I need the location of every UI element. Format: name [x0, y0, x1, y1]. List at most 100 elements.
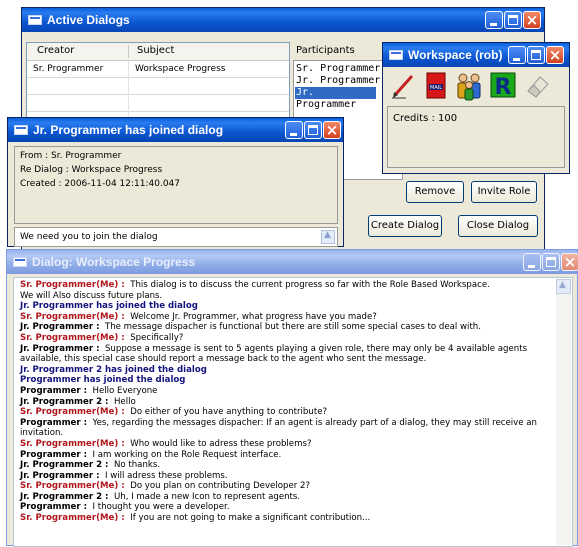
notification-titlebar[interactable]: Jr. Programmer has joined dialog ×	[8, 118, 343, 142]
close-button[interactable]: ×	[323, 121, 341, 139]
minimize-button[interactable]	[508, 46, 526, 64]
chat-speaker: Jr. Programmer 2 :	[20, 491, 109, 502]
role-r-icon[interactable]: R	[489, 71, 517, 100]
participant-item[interactable]: Jr. Programmer	[296, 75, 380, 87]
close-icon: ×	[548, 46, 562, 64]
people-icon[interactable]	[455, 71, 483, 101]
chat-line: Jr. Programmer 2 : No thanks.	[20, 460, 554, 471]
participant-item[interactable]: Sr. Programmer	[296, 63, 380, 75]
maximize-button[interactable]	[527, 46, 545, 64]
column-header-subject[interactable]: Subject	[137, 43, 174, 59]
cell-creator: Sr. Programmer	[33, 64, 104, 74]
chat-speaker: Sr. Programmer(Me) :	[20, 481, 125, 492]
join-notice: Programmer has joined the dialog	[20, 375, 186, 386]
maximize-button[interactable]	[542, 253, 560, 271]
chat-speaker: Sr. Programmer(Me) :	[20, 332, 125, 343]
chat-line: Jr. Programmer 2 : Uh, I made a new Icon…	[20, 492, 554, 503]
scroll-up-button[interactable]: ▲	[321, 230, 335, 244]
window-title: Dialog: Workspace Progress	[32, 255, 196, 269]
chat-speaker: Sr. Programmer(Me) :	[20, 438, 125, 449]
maximize-button[interactable]	[504, 11, 522, 29]
invite-role-button[interactable]: Invite Role	[471, 181, 537, 203]
chat-text: I am working on the Role Request interfa…	[92, 449, 282, 460]
chat-lines: Sr. Programmer(Me) : This dialog is to d…	[20, 280, 554, 524]
join-notice: Jr. Programmer has joined the dialog	[20, 301, 198, 312]
minimize-icon	[528, 265, 535, 268]
chat-text: invitation.	[20, 428, 64, 439]
chat-speaker: Programmer :	[20, 502, 88, 513]
chat-line: Jr. Programmer 2 has joined the dialog	[20, 365, 554, 376]
scroll-up-button[interactable]: ▲	[556, 279, 571, 294]
participant-item-selected[interactable]: Jr. Programmer 2	[295, 87, 376, 110]
close-icon: ×	[525, 11, 539, 29]
minimize-button[interactable]	[285, 121, 303, 139]
chat-line: Sr. Programmer(Me) : This dialog is to d…	[20, 280, 554, 291]
scrollbar[interactable]: ▲	[556, 279, 571, 545]
close-button[interactable]: ×	[523, 11, 541, 29]
chat-text: I will adress these problems.	[104, 470, 228, 481]
minimize-button[interactable]	[485, 11, 503, 29]
dialog-titlebar[interactable]: Dialog: Workspace Progress ×	[7, 250, 578, 274]
window-title: Active Dialogs	[47, 13, 130, 27]
close-button[interactable]: ×	[561, 253, 578, 271]
minimize-icon	[290, 133, 297, 136]
remove-button[interactable]: Remove	[406, 181, 464, 203]
chat-line: Jr. Programmer : Suppose a message is se…	[20, 344, 554, 355]
chat-transcript[interactable]: Sr. Programmer(Me) : This dialog is to d…	[13, 277, 573, 547]
table-row[interactable]: Sr. Programmer Workspace Progress	[27, 61, 289, 77]
chat-line: Jr. Programmer has joined the dialog	[20, 301, 554, 312]
chat-speaker: Jr. Programmer :	[20, 322, 100, 333]
chat-text: Uh, I made a new Icon to represent agent…	[113, 491, 301, 502]
chat-text: Do either of you have anything to contri…	[130, 407, 328, 418]
chat-speaker: Programmer :	[20, 385, 88, 396]
column-header-creator[interactable]: Creator	[37, 43, 74, 59]
chat-text: Hello Everyone	[92, 385, 158, 396]
re-dialog-line: Re Dialog : Workspace Progress	[20, 165, 163, 175]
minimize-button[interactable]	[523, 253, 541, 271]
table-header: Creator Subject	[27, 43, 289, 61]
participant-item[interactable]: Programmer	[296, 99, 356, 111]
chat-text: Who would like to adress these problems?	[130, 438, 312, 449]
minimize-icon	[490, 23, 497, 26]
chat-text: This dialog is to discuss the current pr…	[130, 280, 490, 290]
pencil-icon[interactable]	[390, 71, 418, 99]
svg-text:R: R	[495, 75, 512, 99]
credits-panel: Credits : 100	[387, 106, 565, 168]
chat-line: Sr. Programmer(Me) : If you are not goin…	[20, 513, 554, 524]
chat-line: Jr. Programmer 2 : Hello	[20, 397, 554, 408]
window-icon	[13, 257, 27, 267]
mail-icon[interactable]: MAIL	[423, 71, 449, 101]
chat-text: If you are not going to make a significa…	[130, 513, 371, 524]
chat-line: Programmer : I am working on the Role Re…	[20, 450, 554, 461]
chat-line: Jr. Programmer : I will adress these pro…	[20, 471, 554, 482]
create-dialog-button[interactable]: Create Dialog	[368, 215, 442, 237]
chat-text: Do you plan on contributing Developer 2?	[130, 481, 311, 492]
close-icon: ×	[325, 121, 339, 139]
chat-line: invitation.	[20, 428, 554, 439]
chat-line: available, this special case should repo…	[20, 354, 554, 365]
chat-line: Programmer : Yes, regarding the messages…	[20, 418, 554, 429]
message-box[interactable]: We need you to join the dialog ▲	[14, 227, 338, 247]
chat-line: Programmer has joined the dialog	[20, 375, 554, 386]
chat-text: No thanks.	[113, 460, 161, 471]
active-dialogs-titlebar[interactable]: Active Dialogs ×	[22, 8, 544, 32]
close-dialog-button[interactable]: Close Dialog	[458, 215, 538, 237]
chat-speaker: Jr. Programmer :	[20, 470, 100, 481]
maximize-icon	[308, 125, 318, 135]
chevron-up-icon: ▲	[559, 280, 566, 290]
maximize-button[interactable]	[304, 121, 322, 139]
svg-text:MAIL: MAIL	[430, 85, 442, 91]
chat-speaker: Sr. Programmer(Me) :	[20, 311, 125, 322]
participants-label: Participants	[296, 45, 355, 56]
chat-line: Jr. Programmer : The message dispacher i…	[20, 322, 554, 333]
close-button[interactable]: ×	[546, 46, 564, 64]
created-line: Created : 2006-11-04 12:11:40.047	[20, 179, 180, 189]
chat-line: We will Also discuss future plans.	[20, 291, 554, 302]
eraser-icon[interactable]	[524, 73, 550, 99]
workspace-titlebar[interactable]: Workspace (rob) ×	[383, 43, 569, 67]
window-icon	[389, 50, 403, 60]
chat-text: Yes, regarding the messages dispacher: I…	[92, 417, 537, 428]
cell-subject: Workspace Progress	[135, 64, 226, 74]
window-icon	[28, 15, 42, 25]
chat-text: Specifically?	[130, 332, 184, 343]
